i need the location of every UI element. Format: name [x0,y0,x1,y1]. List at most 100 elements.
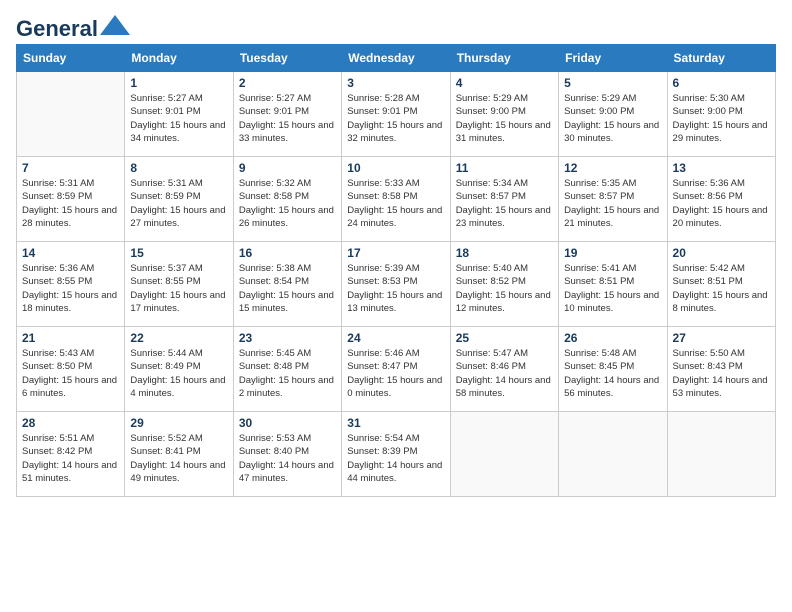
calendar-cell: 5Sunrise: 5:29 AMSunset: 9:00 PMDaylight… [559,72,667,157]
calendar-cell: 27 Sunrise: 5:50 AMSunset: 8:43 PMDayligh… [667,327,775,412]
calendar-table: SundayMondayTuesdayWednesdayThursdayFrid… [16,44,776,497]
day-info: Sunrise: 5:41 AMSunset: 8:51 PMDaylight:… [564,262,661,315]
day-number: 8 [130,161,227,175]
week-row-5: 28 Sunrise: 5:51 AMSunset: 8:42 PMDayligh… [17,412,776,497]
calendar-cell: 26 Sunrise: 5:48 AMSunset: 8:45 PMDayligh… [559,327,667,412]
day-info: Sunrise: 5:32 AMSunset: 8:58 PMDaylight:… [239,177,336,230]
day-info: Sunrise: 5:37 AMSunset: 8:55 PMDaylight:… [130,262,227,315]
calendar-cell: 28 Sunrise: 5:51 AMSunset: 8:42 PMDayligh… [17,412,125,497]
calendar-cell: 12 Sunrise: 5:35 AMSunset: 8:57 PMDayligh… [559,157,667,242]
day-number: 4 [456,76,553,90]
week-row-4: 21 Sunrise: 5:43 AMSunset: 8:50 PMDayligh… [17,327,776,412]
day-info: Sunrise: 5:51 AMSunset: 8:42 PMDaylight:… [22,432,119,485]
week-row-3: 14 Sunrise: 5:36 AMSunset: 8:55 PMDayligh… [17,242,776,327]
calendar-cell: 23Sunrise: 5:45 AMSunset: 8:48 PMDayligh… [233,327,341,412]
calendar-cell: 19 Sunrise: 5:41 AMSunset: 8:51 PMDayligh… [559,242,667,327]
week-row-1: 1 Sunrise: 5:27 AMSunset: 9:01 PMDaylight… [17,72,776,157]
calendar-cell: 2Sunrise: 5:27 AMSunset: 9:01 PMDaylight… [233,72,341,157]
day-info: Sunrise: 5:46 AMSunset: 8:47 PMDaylight:… [347,347,444,400]
day-header-sunday: Sunday [17,45,125,72]
logo-icon [100,15,130,35]
logo: General [16,16,130,36]
calendar-cell: 15 Sunrise: 5:37 AMSunset: 8:55 PMDayligh… [125,242,233,327]
day-info: Sunrise: 5:52 AMSunset: 8:41 PMDaylight:… [130,432,227,485]
day-info: Sunrise: 5:53 AMSunset: 8:40 PMDaylight:… [239,432,336,485]
day-info: Sunrise: 5:43 AMSunset: 8:50 PMDaylight:… [22,347,119,400]
day-header-tuesday: Tuesday [233,45,341,72]
calendar-cell: 20 Sunrise: 5:42 AMSunset: 8:51 PMDayligh… [667,242,775,327]
calendar-cell: 29 Sunrise: 5:52 AMSunset: 8:41 PMDayligh… [125,412,233,497]
day-number: 21 [22,331,119,345]
day-info: Sunrise: 5:54 AMSunset: 8:39 PMDaylight:… [347,432,444,485]
day-number: 24 [347,331,444,345]
calendar-cell: 17Sunrise: 5:39 AMSunset: 8:53 PMDayligh… [342,242,450,327]
day-info: Sunrise: 5:35 AMSunset: 8:57 PMDaylight:… [564,177,661,230]
calendar-cell [17,72,125,157]
day-number: 31 [347,416,444,430]
day-number: 23 [239,331,336,345]
day-number: 20 [673,246,770,260]
day-info: Sunrise: 5:29 AMSunset: 9:00 PMDaylight:… [564,92,661,145]
day-info: Sunrise: 5:33 AMSunset: 8:58 PMDaylight:… [347,177,444,230]
page-header: General [16,16,776,36]
day-number: 16 [239,246,336,260]
day-info: Sunrise: 5:36 AMSunset: 8:55 PMDaylight:… [22,262,119,315]
calendar-cell: 21 Sunrise: 5:43 AMSunset: 8:50 PMDayligh… [17,327,125,412]
day-number: 18 [456,246,553,260]
calendar-cell: 6Sunrise: 5:30 AMSunset: 9:00 PMDaylight… [667,72,775,157]
day-number: 13 [673,161,770,175]
calendar-cell: 9Sunrise: 5:32 AMSunset: 8:58 PMDaylight… [233,157,341,242]
day-number: 2 [239,76,336,90]
calendar-cell: 31 Sunrise: 5:54 AMSunset: 8:39 PMDayligh… [342,412,450,497]
day-info: Sunrise: 5:38 AMSunset: 8:54 PMDaylight:… [239,262,336,315]
day-header-friday: Friday [559,45,667,72]
day-number: 6 [673,76,770,90]
calendar-cell [450,412,558,497]
day-info: Sunrise: 5:29 AMSunset: 9:00 PMDaylight:… [456,92,553,145]
calendar-cell: 18Sunrise: 5:40 AMSunset: 8:52 PMDayligh… [450,242,558,327]
day-number: 27 [673,331,770,345]
day-header-thursday: Thursday [450,45,558,72]
day-info: Sunrise: 5:36 AMSunset: 8:56 PMDaylight:… [673,177,770,230]
day-number: 3 [347,76,444,90]
logo-text-general: General [16,16,98,42]
calendar-cell: 22Sunrise: 5:44 AMSunset: 8:49 PMDayligh… [125,327,233,412]
calendar-cell: 25 Sunrise: 5:47 AMSunset: 8:46 PMDayligh… [450,327,558,412]
calendar-cell [667,412,775,497]
day-number: 19 [564,246,661,260]
day-number: 7 [22,161,119,175]
day-info: Sunrise: 5:48 AMSunset: 8:45 PMDaylight:… [564,347,661,400]
day-number: 14 [22,246,119,260]
day-number: 12 [564,161,661,175]
calendar-cell: 11Sunrise: 5:34 AMSunset: 8:57 PMDayligh… [450,157,558,242]
calendar-cell: 10 Sunrise: 5:33 AMSunset: 8:58 PMDayligh… [342,157,450,242]
day-header-monday: Monday [125,45,233,72]
day-header-wednesday: Wednesday [342,45,450,72]
day-number: 30 [239,416,336,430]
calendar-cell: 3Sunrise: 5:28 AMSunset: 9:01 PMDaylight… [342,72,450,157]
day-number: 15 [130,246,227,260]
day-info: Sunrise: 5:50 AMSunset: 8:43 PMDaylight:… [673,347,770,400]
day-number: 11 [456,161,553,175]
day-number: 25 [456,331,553,345]
calendar-cell: 16 Sunrise: 5:38 AMSunset: 8:54 PMDayligh… [233,242,341,327]
day-number: 17 [347,246,444,260]
calendar-cell: 7 Sunrise: 5:31 AMSunset: 8:59 PMDaylight… [17,157,125,242]
day-number: 1 [130,76,227,90]
day-header-saturday: Saturday [667,45,775,72]
calendar-cell: 24 Sunrise: 5:46 AMSunset: 8:47 PMDayligh… [342,327,450,412]
day-info: Sunrise: 5:42 AMSunset: 8:51 PMDaylight:… [673,262,770,315]
calendar-cell: 8 Sunrise: 5:31 AMSunset: 8:59 PMDaylight… [125,157,233,242]
day-number: 29 [130,416,227,430]
day-info: Sunrise: 5:27 AMSunset: 9:01 PMDaylight:… [130,92,227,145]
day-number: 10 [347,161,444,175]
day-info: Sunrise: 5:31 AMSunset: 8:59 PMDaylight:… [130,177,227,230]
day-number: 28 [22,416,119,430]
calendar-cell: 13 Sunrise: 5:36 AMSunset: 8:56 PMDayligh… [667,157,775,242]
day-info: Sunrise: 5:31 AMSunset: 8:59 PMDaylight:… [22,177,119,230]
day-number: 26 [564,331,661,345]
day-info: Sunrise: 5:47 AMSunset: 8:46 PMDaylight:… [456,347,553,400]
calendar-cell [559,412,667,497]
calendar-cell: 1 Sunrise: 5:27 AMSunset: 9:01 PMDaylight… [125,72,233,157]
calendar-cell: 14 Sunrise: 5:36 AMSunset: 8:55 PMDayligh… [17,242,125,327]
